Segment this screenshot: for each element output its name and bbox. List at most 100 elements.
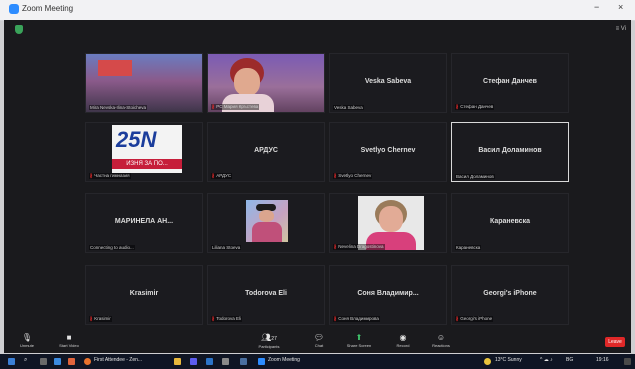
participant-name: Todorova Eli (245, 290, 287, 297)
windows-taskbar: ⌕ First Attendee - Zen... Zoom Meeting 1… (0, 354, 635, 369)
participant-name: Васил Доламинов (478, 147, 542, 154)
encryption-shield-icon[interactable] (15, 25, 23, 34)
tray-icons[interactable]: ^ ☁ ♪ (540, 357, 553, 363)
reactions-button[interactable]: ☺ Reactions (424, 333, 458, 348)
meeting-toolbar: 🎙︎ Unmute ■ Start Video 👥︎27 Participant… (4, 331, 631, 353)
zoom-app-icon (9, 4, 19, 14)
participants-icon: 👥︎27 (261, 333, 277, 342)
person-face (234, 68, 260, 96)
participant-name: Соня Владимир... (357, 290, 419, 297)
leave-button[interactable]: Leave (605, 337, 625, 347)
zoom-window-label[interactable]: Zoom Meeting (268, 357, 300, 363)
participant-label: ∦ Стефан Данчев (455, 104, 495, 110)
chat-bubble-icon: 💬︎ (313, 333, 325, 342)
clock-time[interactable]: 19:16 (596, 357, 609, 363)
participant-tile[interactable]: Mira Nevska-Ilina-Stoicheva (85, 53, 203, 113)
participant-tile[interactable]: Liliana Stoeva (207, 193, 325, 253)
participant-tile[interactable]: МАРИНЕЛА АН... Connecting to audio... (85, 193, 203, 253)
firefox-icon[interactable] (84, 358, 91, 365)
participant-tile[interactable]: Veska Sabeva Veska Sabeva (329, 53, 447, 113)
participant-tile[interactable]: Svetlyo Chernev ∦ Svetlyo Chernev (329, 122, 447, 182)
mic-muted-icon: ∦ (90, 173, 93, 178)
view-menu[interactable]: ≡ Vi (616, 26, 626, 32)
participant-name: Georgi's iPhone (483, 290, 537, 297)
person-face (379, 206, 403, 232)
chrome-icon[interactable] (68, 358, 75, 365)
participant-label: Veska Sabeva (333, 105, 364, 110)
search-icon[interactable]: ⌕ (24, 357, 27, 364)
firefox-window-label[interactable]: First Attendee - Zen... (94, 357, 142, 363)
store-icon[interactable] (190, 358, 197, 365)
notification-icon[interactable] (624, 358, 631, 365)
participant-tile[interactable]: 25N ИЗНЯ ЗА ПО... ∦ Частна гимназия (85, 122, 203, 182)
participant-tile-active-speaker[interactable]: Васил Доламинов Васил Доламинов (451, 122, 569, 182)
participant-tile[interactable]: Стефан Данчев ∦ Стефан Данчев (451, 53, 569, 113)
video-camera-off-icon: ■ (66, 333, 72, 342)
zoom-taskbar-icon[interactable] (258, 358, 265, 365)
participant-tile[interactable]: Караневска Караневска (451, 193, 569, 253)
edge-icon[interactable] (54, 358, 61, 365)
microphone-muted-icon: 🎙︎ (21, 333, 33, 342)
mic-muted-icon: ∦ (334, 244, 337, 249)
minimize-button[interactable]: − (594, 2, 599, 12)
participant-label: Караневска (455, 245, 482, 250)
start-icon[interactable] (8, 358, 15, 365)
participant-label: Liliana Stoeva (211, 245, 242, 250)
participant-label: ∦ Krasimir (89, 316, 112, 322)
person-clothing (252, 222, 282, 242)
participant-label: ∦ Todorova Eli (211, 316, 243, 322)
participant-label: ∦ Nevelina Dragostinova (333, 244, 385, 250)
participant-tile[interactable]: ∦ PC Мария Кръстева (207, 53, 325, 113)
participant-label: ∦ Svetlyo Chernev (333, 173, 373, 179)
logo-caption: ИЗНЯ ЗА ПО... (112, 159, 182, 169)
participant-tile[interactable]: Georgi's iPhone ∦ Georgi's iPhone (451, 265, 569, 325)
share-screen-icon: ⬆ (355, 333, 363, 342)
title-bar: Zoom Meeting − × (0, 0, 635, 21)
participant-tile[interactable]: Todorova Eli ∦ Todorova Eli (207, 265, 325, 325)
mic-muted-icon: ∦ (334, 173, 337, 178)
mic-muted-icon: ∦ (212, 316, 215, 321)
participants-button[interactable]: 👥︎27 Participants (252, 333, 286, 349)
language-indicator[interactable]: BG (566, 357, 573, 363)
app-icon[interactable] (222, 358, 229, 365)
participants-count: 27 (271, 336, 277, 342)
participant-name: Krasimir (129, 290, 159, 297)
smiley-icon: ☺ (436, 333, 446, 342)
close-button[interactable]: × (618, 2, 623, 12)
file-explorer-icon[interactable] (174, 358, 181, 365)
mic-muted-icon: ∦ (334, 316, 337, 321)
app-icon[interactable] (240, 358, 247, 365)
wall-poster (98, 60, 132, 76)
participant-name: МАРИНЕЛА АН... (114, 218, 174, 225)
participant-tile[interactable]: АРДУС ∦ АРДУС (207, 122, 325, 182)
participant-label: ∦ Частна гимназия (89, 173, 131, 179)
record-icon: ◉ (399, 333, 407, 342)
mic-muted-icon: ∦ (212, 104, 215, 109)
start-video-button[interactable]: ■ Start Video (52, 333, 86, 348)
record-button[interactable]: ◉ Record (386, 333, 420, 348)
task-view-icon[interactable] (40, 358, 47, 365)
participant-name: Veska Sabeva (364, 78, 412, 85)
mic-muted-icon: ∦ (90, 316, 93, 321)
weather-text[interactable]: 13°C Sunny (495, 357, 522, 363)
participant-name: Караневска (490, 218, 530, 225)
participant-name: Стефан Данчев (483, 78, 537, 85)
participant-label: ∦ Georgi's iPhone (455, 316, 494, 322)
participant-tile[interactable]: Соня Владимир... ∦ Соня Владимирова (329, 265, 447, 325)
window-title: Zoom Meeting (22, 4, 74, 13)
chat-button[interactable]: 💬︎ Chat (302, 333, 336, 348)
weather-sun-icon (484, 358, 491, 365)
mic-muted-icon: ∦ (212, 173, 215, 178)
unmute-button[interactable]: 🎙︎ Unmute (10, 333, 44, 348)
participant-name: АРДУС (254, 147, 278, 154)
participant-tile[interactable]: Krasimir ∦ Krasimir (85, 265, 203, 325)
participant-label: ∦ PC Мария Кръстева (211, 104, 260, 110)
person-face (259, 210, 274, 222)
logo-number: 25N (116, 127, 157, 152)
word-icon[interactable] (206, 358, 213, 365)
participant-name: Svetlyo Chernev (360, 147, 416, 154)
share-screen-button[interactable]: ⬆ Share Screen (342, 333, 376, 348)
participant-tile[interactable]: ∦ Nevelina Dragostinova (329, 193, 447, 253)
mic-muted-icon: ∦ (456, 104, 459, 109)
mic-muted-icon: ∦ (456, 316, 459, 321)
